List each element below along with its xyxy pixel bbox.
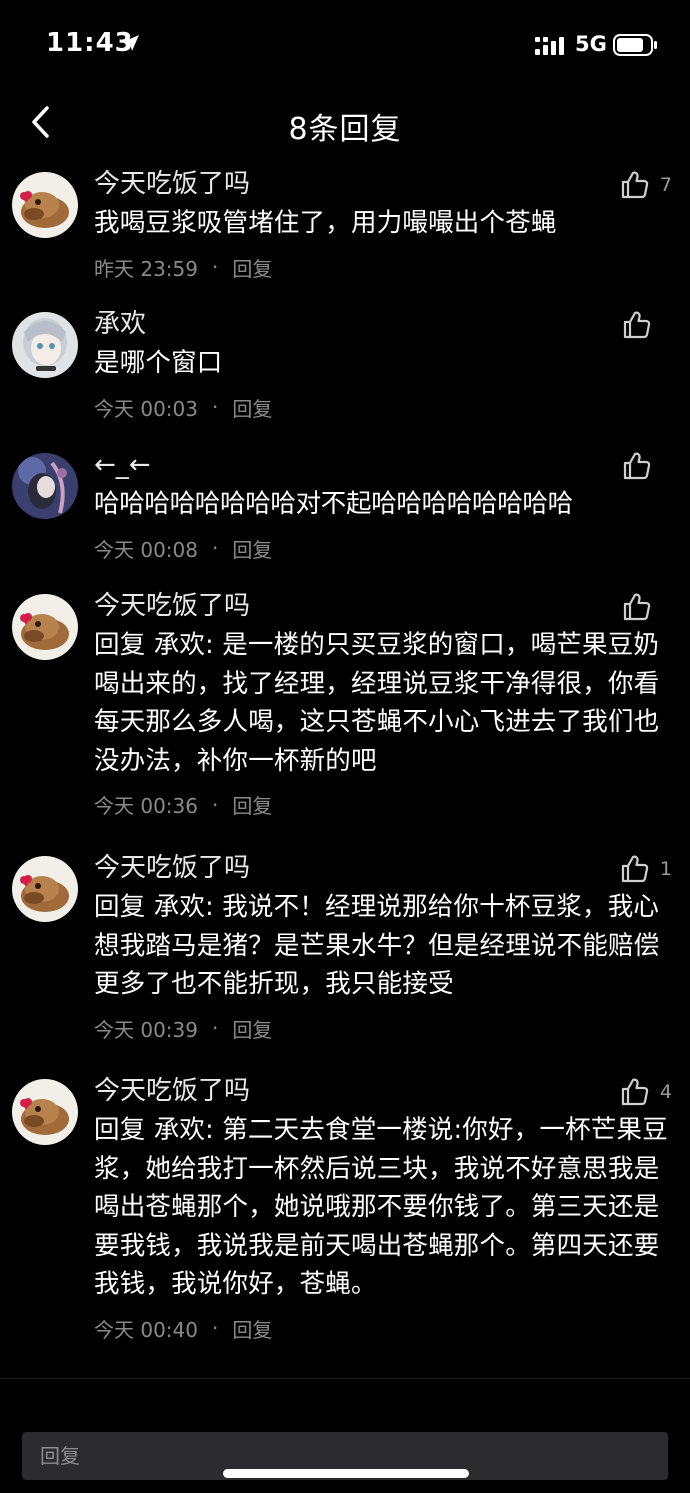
reply-link[interactable]: 回复 [232,393,272,422]
comment-meta: 今天 00:40 · 回复 [94,1314,674,1343]
divider [0,1378,690,1379]
page-title: 8条回复 [288,112,402,147]
avatar[interactable] [12,312,78,378]
separator-dot: · [212,1316,219,1340]
status-bar: 11:43 5G [0,0,690,90]
separator-dot: · [212,255,219,279]
comment-time: 今天 00:40 [94,1317,198,1342]
comment-meta: 今天 00:36 · 回复 [94,790,674,819]
comment-meta: 昨天 23:59 · 回复 [94,253,674,282]
comment-meta: 今天 00:08 · 回复 [94,534,674,563]
location-arrow-icon [122,34,140,56]
comment-author[interactable]: 今天吃饭了吗 [94,164,674,204]
like-button[interactable]: 4 [620,1077,672,1107]
separator-dot: · [212,395,219,419]
comment-time: 今天 00:39 [94,1017,198,1042]
thumbs-up-icon [621,1078,649,1106]
thumbs-up-icon [623,452,651,480]
comment-author[interactable]: 今天吃饭了吗 [94,848,674,888]
reply-link[interactable]: 回复 [232,1014,272,1043]
reply-link[interactable]: 回复 [232,253,272,282]
signal-icon [535,36,565,60]
reply-link[interactable]: 回复 [232,534,272,563]
avatar[interactable] [12,453,78,519]
home-indicator[interactable] [223,1469,469,1478]
reply-link[interactable]: 回复 [232,1314,272,1343]
separator-dot: · [212,792,219,817]
comment-meta: 今天 00:03 · 回复 [94,393,674,422]
separator-dot: · [212,536,219,560]
thumbs-up-icon [623,593,651,621]
reply-link[interactable]: 回复 [232,790,272,819]
like-button[interactable]: 1 [620,854,672,884]
comment-author[interactable]: ←_← [94,445,674,485]
like-button[interactable] [622,310,672,340]
comment-author[interactable]: 今天吃饭了吗 [94,1071,674,1111]
avatar[interactable] [12,1079,78,1145]
comment-meta: 今天 00:39 · 回复 [94,1014,674,1043]
comment-author[interactable]: 今天吃饭了吗 [94,586,674,626]
nav-bar: 8条回复 [0,90,690,160]
comment-content: 哈哈哈哈哈哈哈哈对不起哈哈哈哈哈哈哈哈 [94,489,573,519]
avatar[interactable] [12,594,78,660]
like-button[interactable] [622,592,672,622]
like-count: 1 [659,858,672,880]
comment-time: 今天 00:03 [94,396,198,421]
comment-author[interactable]: 承欢 [94,304,674,344]
comment-content: 回复 承欢: 我说不！经理说那给你十杯豆浆，我心想我踏马是猪？是芒果水牛？但是经… [94,892,660,999]
like-button[interactable]: 7 [620,170,672,200]
status-time: 11:43 [46,28,134,58]
thumbs-up-icon [623,311,651,339]
comment-content: 是哪个窗口 [94,348,223,378]
like-count: 4 [659,1081,672,1103]
comment-time: 今天 00:08 [94,537,198,562]
like-count: 7 [659,174,672,196]
thumbs-up-icon [621,171,649,199]
comment-content: 回复 承欢: 第二天去食堂一楼说:你好，一杯芒果豆浆，她给我打一杯然后说三块，我… [94,1115,668,1299]
comment-time: 今天 00:36 [94,794,198,818]
comment-content: 我喝豆浆吸管堵住了，用力嘬嘬出个苍蝇 [94,208,557,238]
like-button[interactable] [622,451,672,481]
network-type: 5G [575,32,607,56]
screen: 11:43 5G 8条回复 今天吃饭了吗 我喝豆浆吸管堵住了，用力嘬嘬出个苍蝇 … [0,0,690,1493]
battery-icon [613,33,659,61]
comment-content: 回复 承欢: 是一楼的只买豆浆的窗口，喝芒果豆奶喝出来的，找了经理，经理说豆浆干… [94,630,660,776]
separator-dot: · [212,1016,219,1040]
comment-time: 昨天 23:59 [94,256,198,281]
avatar[interactable] [12,172,78,238]
avatar[interactable] [12,856,78,922]
thumbs-up-icon [621,855,649,883]
